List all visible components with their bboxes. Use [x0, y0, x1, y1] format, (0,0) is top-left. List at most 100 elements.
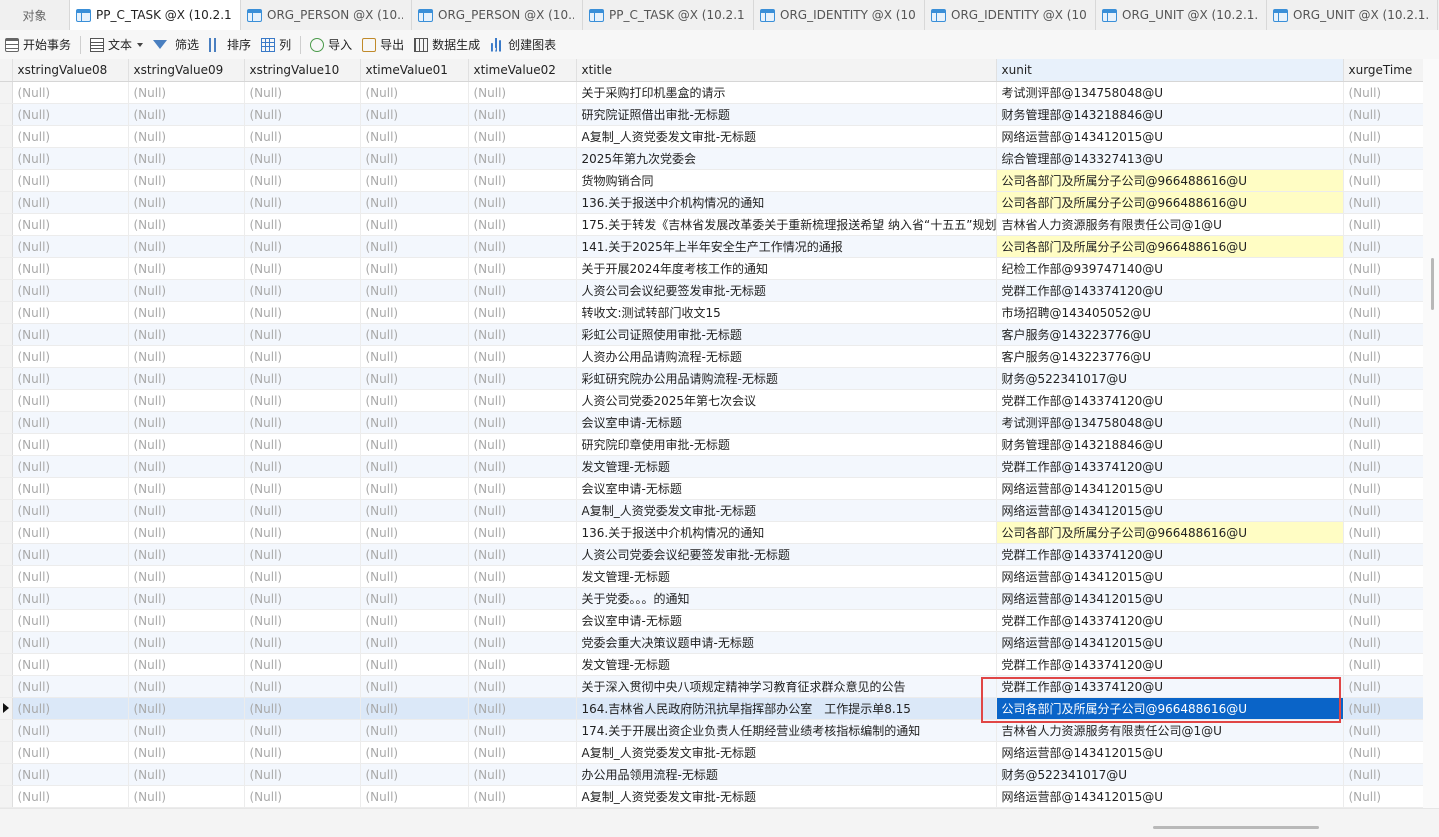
cell-xurgetime[interactable]: (Null) [1343, 587, 1423, 610]
table-row[interactable]: (Null) (Null) (Null) (Null) (Null) 175.关于转发《吉… [0, 213, 1423, 236]
cell-xstringvalue09[interactable]: (Null) [128, 675, 245, 698]
cell-xstringvalue10[interactable]: (Null) [244, 389, 361, 412]
cell-xstringvalue10[interactable]: (Null) [244, 455, 361, 478]
cell-xunit[interactable]: 客户服务@143223776@U [996, 323, 1344, 346]
cell-xstringvalue10[interactable]: (Null) [244, 213, 361, 236]
cell-xurgetime[interactable]: (Null) [1343, 213, 1423, 236]
table-row[interactable]: (Null) (Null) (Null) (Null) (Null) 174.关于开展出资… [0, 719, 1423, 742]
table-row[interactable]: (Null) (Null) (Null) (Null) (Null) 会议室申请-无标题网… [0, 477, 1423, 500]
cell-xtimevalue01[interactable]: (Null) [360, 521, 469, 544]
current-row-indicator[interactable] [0, 697, 13, 720]
cell-xstringvalue10[interactable]: (Null) [244, 301, 361, 324]
table-row[interactable]: (Null) (Null) (Null) (Null) (Null) 彩虹研究院办公用品请… [0, 367, 1423, 390]
cell-xstringvalue09[interactable]: (Null) [128, 257, 245, 280]
cell-xstringvalue10[interactable]: (Null) [244, 411, 361, 434]
cell-xtitle[interactable]: 发文管理-无标题 [576, 653, 997, 676]
row-indicator[interactable] [0, 741, 13, 764]
table-row[interactable]: (Null) (Null) (Null) (Null) (Null) 发文管理-无标题 网络… [0, 565, 1423, 588]
cell-xtimevalue02[interactable]: (Null) [468, 521, 577, 544]
tab-objects[interactable]: 对象 [0, 0, 70, 30]
row-indicator[interactable] [0, 323, 13, 346]
row-indicator[interactable] [0, 719, 13, 742]
cell-xurgetime[interactable]: (Null) [1343, 279, 1423, 302]
cell-xstringvalue09[interactable]: (Null) [128, 499, 245, 522]
cell-xurgetime[interactable]: (Null) [1343, 169, 1423, 192]
cell-xunit[interactable]: 党群工作部@143374120@U [996, 455, 1344, 478]
cell-xstringvalue09[interactable]: (Null) [128, 543, 245, 566]
row-indicator[interactable] [0, 191, 13, 214]
cell-xstringvalue08[interactable]: (Null) [12, 609, 129, 632]
cell-xstringvalue09[interactable]: (Null) [128, 697, 245, 720]
cell-xtitle[interactable]: 141.关于2025年上半年安全生产工作情况的通报 [576, 235, 997, 258]
cell-xtitle[interactable]: A复制_人资党委发文审批-无标题 [576, 785, 997, 808]
column-header-xunit[interactable]: xunit [996, 59, 1344, 82]
table-row[interactable]: (Null) (Null) (Null) (Null) (Null) 发文管理-无标题 党群… [0, 653, 1423, 676]
cell-xtimevalue01[interactable]: (Null) [360, 81, 469, 104]
text-view-button[interactable]: 文本 [85, 34, 148, 56]
tab-table-4[interactable]: PP_C_TASK @X (10.2.1... [583, 0, 754, 30]
cell-xstringvalue08[interactable]: (Null) [12, 389, 129, 412]
filter-button[interactable]: 筛选 [148, 34, 204, 56]
cell-xtimevalue02[interactable]: (Null) [468, 125, 577, 148]
cell-xtitle[interactable]: 174.关于开展出资企业负责人任期经营业绩考核指标编制的通知 [576, 719, 997, 742]
cell-xurgetime[interactable]: (Null) [1343, 345, 1423, 368]
row-indicator[interactable] [0, 565, 13, 588]
table-row[interactable]: (Null) (Null) (Null) (Null) (Null) A复制_人资党委发文… [0, 125, 1423, 148]
cell-xtimevalue02[interactable]: (Null) [468, 323, 577, 346]
cell-xstringvalue09[interactable]: (Null) [128, 213, 245, 236]
cell-xurgetime[interactable]: (Null) [1343, 411, 1423, 434]
cell-xstringvalue08[interactable]: (Null) [12, 631, 129, 654]
cell-xstringvalue10[interactable]: (Null) [244, 81, 361, 104]
cell-xstringvalue09[interactable]: (Null) [128, 279, 245, 302]
cell-xtimevalue01[interactable]: (Null) [360, 345, 469, 368]
cell-xurgetime[interactable]: (Null) [1343, 565, 1423, 588]
row-indicator[interactable] [0, 235, 13, 258]
cell-xurgetime[interactable]: (Null) [1343, 103, 1423, 126]
cell-xstringvalue08[interactable]: (Null) [12, 433, 129, 456]
table-row[interactable]: (Null) (Null) (Null) (Null) (Null) 研究院证照借出审批-… [0, 103, 1423, 126]
cell-xstringvalue09[interactable]: (Null) [128, 81, 245, 104]
cell-xtimevalue01[interactable]: (Null) [360, 125, 469, 148]
cell-xtimevalue02[interactable]: (Null) [468, 653, 577, 676]
cell-xstringvalue08[interactable]: (Null) [12, 499, 129, 522]
cell-xtimevalue01[interactable]: (Null) [360, 323, 469, 346]
table-row[interactable]: (Null) (Null) (Null) (Null) (Null) 会议室申请-无标题党… [0, 609, 1423, 632]
begin-transaction-button[interactable]: 开始事务 [0, 34, 76, 56]
column-header-xtitle[interactable]: xtitle [576, 59, 997, 82]
cell-xstringvalue10[interactable]: (Null) [244, 675, 361, 698]
cell-xtimevalue01[interactable]: (Null) [360, 719, 469, 742]
cell-xstringvalue08[interactable]: (Null) [12, 543, 129, 566]
cell-xurgetime[interactable]: (Null) [1343, 367, 1423, 390]
cell-xunit[interactable]: 网络运营部@143412015@U [996, 477, 1344, 500]
table-row[interactable]: (Null) (Null) (Null) (Null) (Null) 转收文:测试转部门收… [0, 301, 1423, 324]
tab-table-2[interactable]: ORG_PERSON @X (10.... [241, 0, 412, 30]
cell-xtitle[interactable]: 人资公司党委2025年第七次会议 [576, 389, 997, 412]
cell-xstringvalue09[interactable]: (Null) [128, 191, 245, 214]
cell-xtimevalue01[interactable]: (Null) [360, 653, 469, 676]
cell-xstringvalue08[interactable]: (Null) [12, 213, 129, 236]
table-row[interactable]: (Null) (Null) (Null) (Null) (Null) 136.关于报送中介… [0, 521, 1423, 544]
cell-xstringvalue09[interactable]: (Null) [128, 785, 245, 808]
row-indicator[interactable] [0, 345, 13, 368]
cell-xstringvalue09[interactable]: (Null) [128, 455, 245, 478]
cell-xstringvalue10[interactable]: (Null) [244, 653, 361, 676]
cell-xstringvalue10[interactable]: (Null) [244, 543, 361, 566]
cell-xurgetime[interactable]: (Null) [1343, 719, 1423, 742]
cell-xstringvalue08[interactable]: (Null) [12, 587, 129, 610]
row-indicator[interactable] [0, 543, 13, 566]
cell-xurgetime[interactable]: (Null) [1343, 499, 1423, 522]
cell-xtitle[interactable]: 货物购销合同 [576, 169, 997, 192]
cell-xstringvalue09[interactable]: (Null) [128, 741, 245, 764]
generate-data-button[interactable]: 数据生成 [409, 34, 485, 56]
cell-xtimevalue02[interactable]: (Null) [468, 477, 577, 500]
cell-xtimevalue02[interactable]: (Null) [468, 81, 577, 104]
cell-xstringvalue09[interactable]: (Null) [128, 389, 245, 412]
cell-xtimevalue02[interactable]: (Null) [468, 719, 577, 742]
cell-xtitle[interactable]: A复制_人资党委发文审批-无标题 [576, 125, 997, 148]
column-header-xurgetime[interactable]: xurgeTime [1343, 59, 1423, 82]
row-indicator[interactable] [0, 653, 13, 676]
cell-xurgetime[interactable]: (Null) [1343, 521, 1423, 544]
cell-xstringvalue09[interactable]: (Null) [128, 565, 245, 588]
cell-xstringvalue09[interactable]: (Null) [128, 763, 245, 786]
cell-xunit[interactable]: 纪检工作部@939747140@U [996, 257, 1344, 280]
